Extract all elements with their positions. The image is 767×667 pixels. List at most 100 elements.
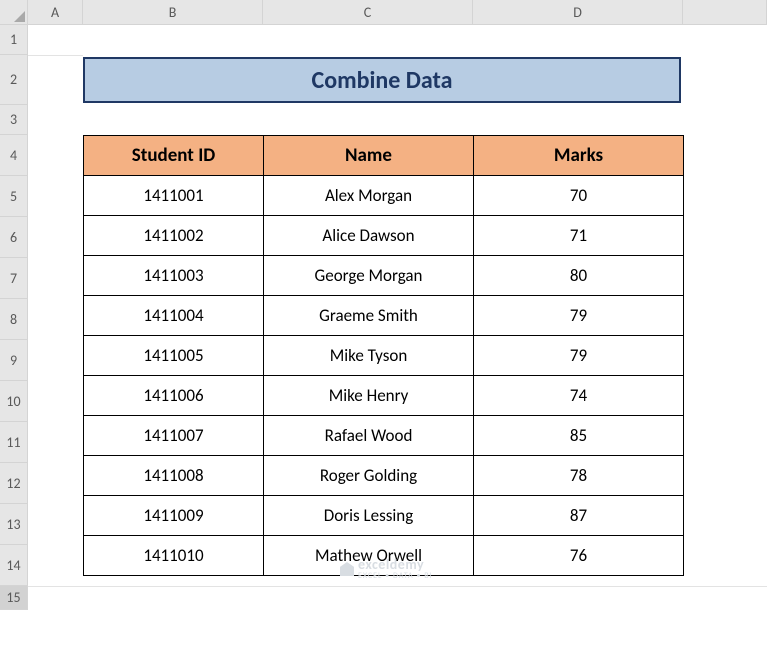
row-label: 11 <box>6 434 20 451</box>
cell-name[interactable]: Mike Henry <box>264 376 474 416</box>
row-label: 4 <box>10 147 17 164</box>
table-row: 1411002 Alice Dawson 71 <box>84 216 684 256</box>
cell-student-id[interactable]: 1411007 <box>84 416 264 456</box>
cell-value: Graeme Smith <box>319 305 418 326</box>
row-label: 5 <box>10 188 17 205</box>
cell-student-id[interactable]: 1411006 <box>84 376 264 416</box>
title-cell[interactable]: Combine Data <box>83 57 681 103</box>
col-header-A[interactable]: A <box>28 0 83 25</box>
select-all-corner[interactable] <box>0 0 28 25</box>
row-header-14[interactable]: 14 <box>0 545 28 586</box>
cell-name[interactable]: George Morgan <box>264 256 474 296</box>
cell-value: 1411007 <box>143 425 203 446</box>
watermark-brand: exceldemy <box>358 558 433 572</box>
logo-icon <box>340 562 354 576</box>
table-row: 1411006 Mike Henry 74 <box>84 376 684 416</box>
cell-value: 1411004 <box>143 305 203 326</box>
row-header-5[interactable]: 5 <box>0 176 28 217</box>
row-header-6[interactable]: 6 <box>0 217 28 258</box>
watermark-tag: EXCEL • DATA • BI <box>358 572 433 580</box>
row-label: 12 <box>6 475 20 492</box>
cell-name[interactable]: Alex Morgan <box>264 176 474 216</box>
cell-value: 1411010 <box>143 545 203 566</box>
cell-name[interactable]: Alice Dawson <box>264 216 474 256</box>
row-header-10[interactable]: 10 <box>0 381 28 422</box>
cell-value: Mike Henry <box>329 385 409 406</box>
cell-value: 78 <box>570 465 587 486</box>
row-header-8[interactable]: 8 <box>0 299 28 340</box>
cell-marks[interactable]: 74 <box>474 376 684 416</box>
col-header-C[interactable]: C <box>263 0 473 25</box>
cell-name[interactable]: Doris Lessing <box>264 496 474 536</box>
row-header-15[interactable]: 15 <box>0 586 28 610</box>
row-header-7[interactable]: 7 <box>0 258 28 299</box>
table-row: 1411001 Alex Morgan 70 <box>84 176 684 216</box>
row-label: 9 <box>10 352 17 369</box>
cell-student-id[interactable]: 1411008 <box>84 456 264 496</box>
col-header-E[interactable] <box>683 0 767 25</box>
row-header-3[interactable]: 3 <box>0 105 28 135</box>
col-label: A <box>51 4 59 21</box>
row-header-11[interactable]: 11 <box>0 422 28 463</box>
header-student-id[interactable]: Student ID <box>84 136 264 176</box>
cell-marks[interactable]: 79 <box>474 336 684 376</box>
row-header-1[interactable]: 1 <box>0 25 28 55</box>
spreadsheet: A B C D 1 2 3 4 5 6 7 8 9 10 11 12 13 14… <box>0 0 767 667</box>
cell-student-id[interactable]: 1411010 <box>84 536 264 576</box>
table-row: 1411008 Roger Golding 78 <box>84 456 684 496</box>
cell-marks[interactable]: 85 <box>474 416 684 456</box>
table-row: 1411004 Graeme Smith 79 <box>84 296 684 336</box>
header-name[interactable]: Name <box>264 136 474 176</box>
row-label: 8 <box>10 311 17 328</box>
cell-name[interactable]: Roger Golding <box>264 456 474 496</box>
row-header-2[interactable]: 2 <box>0 55 28 105</box>
cell-value: Alice Dawson <box>322 225 414 246</box>
cell-value: 79 <box>570 305 587 326</box>
cell-marks[interactable]: 80 <box>474 256 684 296</box>
col-header-D[interactable]: D <box>473 0 683 25</box>
cell-student-id[interactable]: 1411002 <box>84 216 264 256</box>
cell-value: 1411008 <box>143 465 203 486</box>
col-header-B[interactable]: B <box>83 0 263 25</box>
cell-value: 70 <box>570 185 587 206</box>
cell-value: 1411003 <box>143 265 203 286</box>
cell-student-id[interactable]: 1411005 <box>84 336 264 376</box>
header-marks[interactable]: Marks <box>474 136 684 176</box>
cell-value: 71 <box>570 225 587 246</box>
row-label: 3 <box>10 111 17 128</box>
cell-value: Rafael Wood <box>325 425 413 446</box>
cell-name[interactable]: Graeme Smith <box>264 296 474 336</box>
watermark: exceldemy EXCEL • DATA • BI <box>340 558 433 580</box>
cell-value: George Morgan <box>315 265 423 286</box>
cell-marks[interactable]: 71 <box>474 216 684 256</box>
cell-marks[interactable]: 76 <box>474 536 684 576</box>
cell-value: Mike Tyson <box>330 345 408 366</box>
row-header-13[interactable]: 13 <box>0 504 28 545</box>
row-label: 6 <box>10 229 17 246</box>
cell-name[interactable]: Mike Tyson <box>264 336 474 376</box>
cell-value: 1411006 <box>143 385 203 406</box>
row-header-4[interactable]: 4 <box>0 135 28 176</box>
row-label: 13 <box>6 516 20 533</box>
cell-value: Alex Morgan <box>325 185 412 206</box>
row-label: 7 <box>10 270 17 287</box>
cell-name[interactable]: Rafael Wood <box>264 416 474 456</box>
cell-student-id[interactable]: 1411003 <box>84 256 264 296</box>
cell-value: 1411002 <box>143 225 203 246</box>
cell-marks[interactable]: 78 <box>474 456 684 496</box>
row-header-9[interactable]: 9 <box>0 340 28 381</box>
cell-value: Roger Golding <box>320 465 417 486</box>
cell-student-id[interactable]: 1411009 <box>84 496 264 536</box>
header-label: Name <box>345 144 392 167</box>
cell-student-id[interactable]: 1411001 <box>84 176 264 216</box>
col-label: B <box>169 4 177 21</box>
row-header-12[interactable]: 12 <box>0 463 28 504</box>
cell-value: 1411005 <box>143 345 203 366</box>
table-row: 1411005 Mike Tyson 79 <box>84 336 684 376</box>
cell-marks[interactable]: 87 <box>474 496 684 536</box>
cell-marks[interactable]: 79 <box>474 296 684 336</box>
cell-marks[interactable]: 70 <box>474 176 684 216</box>
cell-student-id[interactable]: 1411004 <box>84 296 264 336</box>
col-label: D <box>573 4 582 21</box>
table-row: 1411007 Rafael Wood 85 <box>84 416 684 456</box>
